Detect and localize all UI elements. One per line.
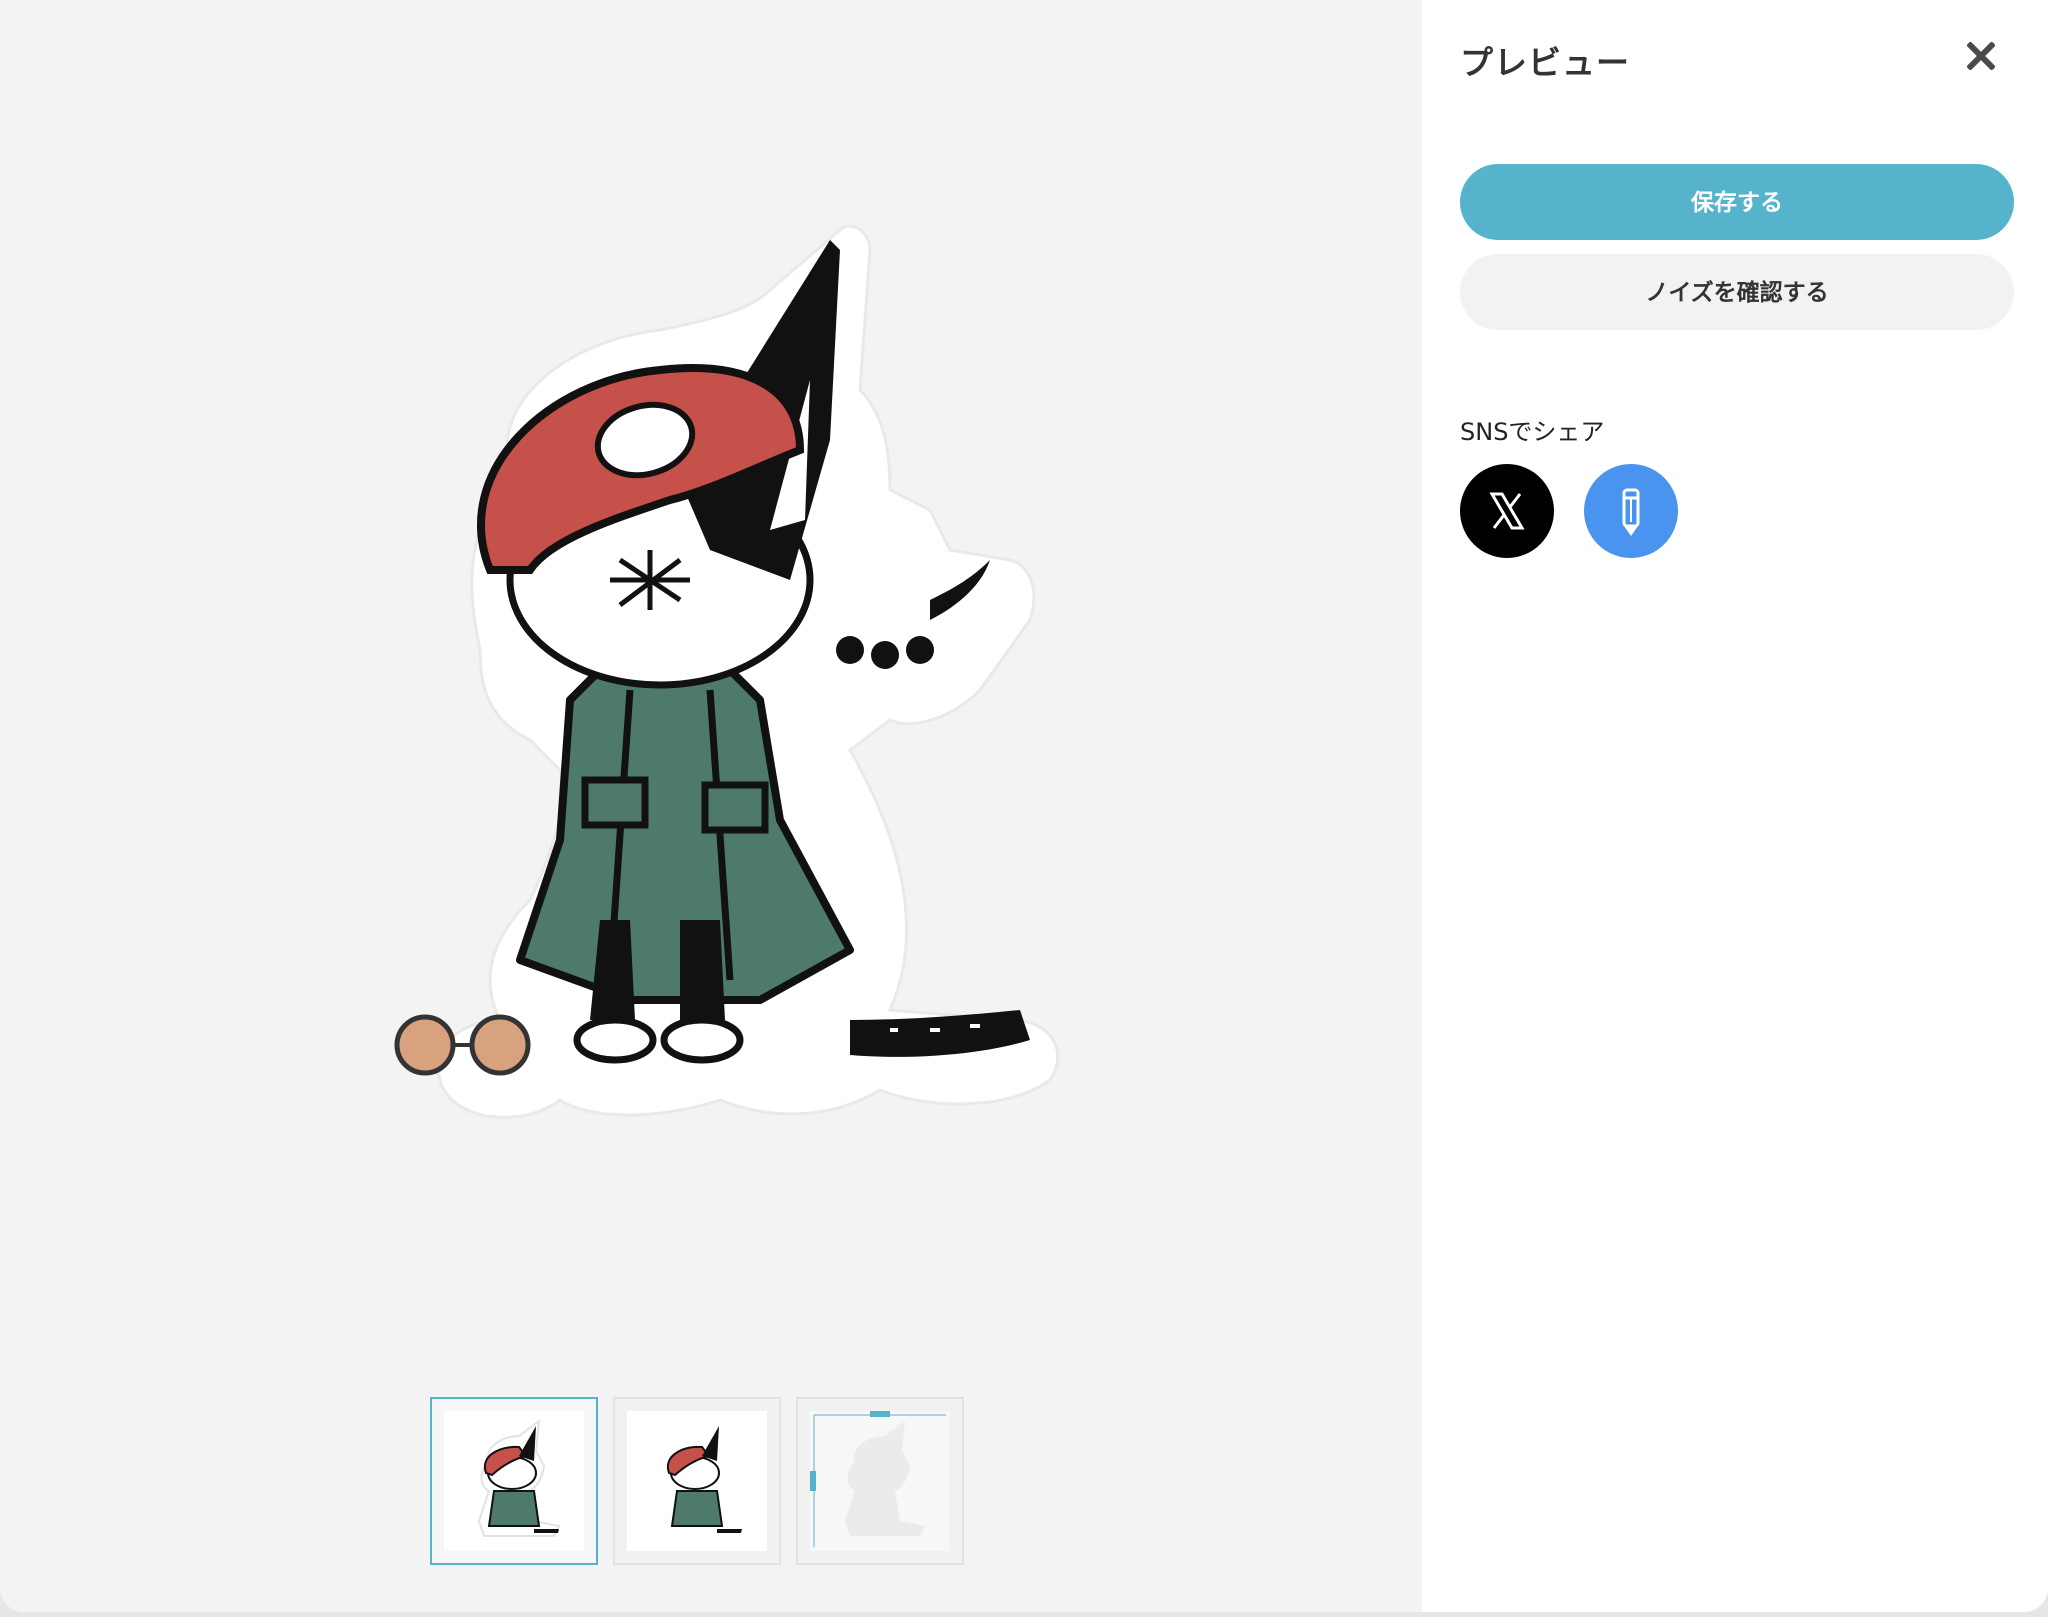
- panel-title: プレビュー: [1460, 43, 1630, 82]
- pencil-icon: [1622, 488, 1640, 536]
- thumbnail-sticker-cutout[interactable]: [430, 1397, 598, 1565]
- share-note-button[interactable]: [1584, 464, 1678, 558]
- sticker-preview-image: [330, 220, 1070, 1180]
- preview-modal: プレビュー 保存する ノイズを確認する SNSでシェア: [0, 0, 2048, 1612]
- side-panel: プレビュー 保存する ノイズを確認する SNSでシェア: [1422, 0, 2048, 1612]
- share-buttons: [1460, 464, 1678, 558]
- thumbnail-strip: [430, 1397, 964, 1565]
- thumbnail-sticker-on-white[interactable]: [613, 1397, 781, 1565]
- thumbnail-image: [444, 1411, 584, 1551]
- thumbnail-image: [627, 1411, 767, 1551]
- save-button[interactable]: 保存する: [1460, 164, 2014, 240]
- share-label: SNSでシェア: [1460, 418, 1605, 446]
- x-logo-icon: [1489, 492, 1525, 530]
- preview-area: [0, 0, 1422, 1612]
- check-noise-button[interactable]: ノイズを確認する: [1460, 254, 2014, 330]
- share-x-button[interactable]: [1460, 464, 1554, 558]
- thumbnail-sticker-size-guide[interactable]: [796, 1397, 964, 1565]
- close-icon[interactable]: [1960, 36, 2000, 76]
- thumbnail-image: [810, 1411, 950, 1551]
